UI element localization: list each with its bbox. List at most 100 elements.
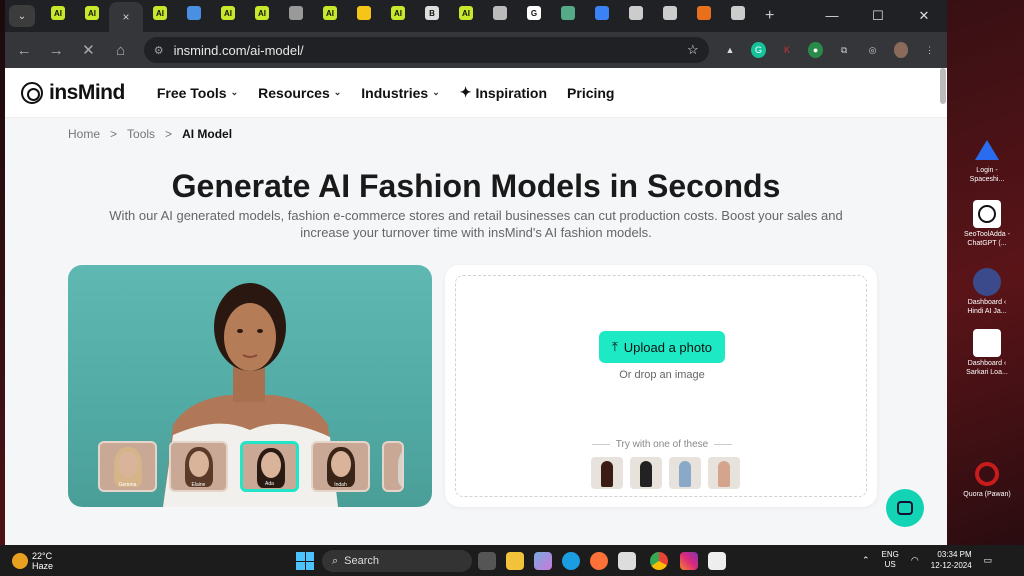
file-explorer-icon[interactable]: [506, 552, 524, 570]
sample-image-thumbnail[interactable]: [708, 457, 740, 489]
sample-image-thumbnail[interactable]: [591, 457, 623, 489]
bookmark-star-icon[interactable]: ☆: [687, 42, 699, 58]
browser-tab[interactable]: [177, 0, 211, 26]
copilot-icon[interactable]: [534, 552, 552, 570]
tab-active[interactable]: ×: [109, 2, 143, 32]
minimize-icon[interactable]: —: [809, 8, 855, 24]
extensions-puzzle-icon[interactable]: ⧉: [837, 42, 852, 58]
browser-tab[interactable]: [687, 0, 721, 26]
browser-tab[interactable]: AI: [211, 0, 245, 26]
sample-image-thumbnail[interactable]: [630, 457, 662, 489]
breadcrumb-home[interactable]: Home: [68, 127, 100, 141]
store-icon[interactable]: [618, 552, 636, 570]
edge-icon[interactable]: [562, 552, 580, 570]
start-button[interactable]: [296, 552, 314, 570]
upload-photo-button[interactable]: ⤒ Upload a photo: [599, 331, 725, 363]
browser-tab[interactable]: AI: [143, 0, 177, 26]
close-tab-icon: ×: [122, 10, 130, 24]
tab-search-button[interactable]: ⌄: [9, 5, 35, 27]
browser-tab[interactable]: AI: [75, 0, 109, 26]
drop-zone[interactable]: ⤒ Upload a photo Or drop an image Try wi…: [455, 275, 867, 497]
chat-icon: [897, 501, 913, 515]
weather-icon: [12, 552, 28, 569]
chevron-up-icon[interactable]: ⌃: [862, 555, 870, 566]
maximize-icon[interactable]: ☐: [855, 8, 901, 24]
upload-icon: ⤒: [612, 339, 618, 354]
breadcrumb-tools[interactable]: Tools: [127, 127, 155, 141]
desktop-icon-label: Quora (Pawan): [963, 491, 1011, 498]
browser-tab[interactable]: AI: [313, 0, 347, 26]
browser-tab[interactable]: [551, 0, 585, 26]
model-thumbnail[interactable]: Gemma: [98, 441, 157, 492]
menu-icon[interactable]: ⋮: [922, 42, 937, 58]
breadcrumb-separator: >: [110, 127, 118, 141]
wifi-icon[interactable]: ◠: [911, 555, 919, 566]
extension-mountain-icon[interactable]: ▲: [723, 42, 738, 58]
browser-tab[interactable]: [721, 0, 755, 26]
instagram-icon[interactable]: [680, 552, 698, 570]
weather-widget[interactable]: 22°C Haze: [12, 551, 132, 571]
desktop-icon-chatgpt[interactable]: SeoToolAdda - ChatGPT (...: [963, 200, 1011, 248]
close-icon[interactable]: ✕: [901, 8, 947, 24]
browser-tab[interactable]: AI: [245, 0, 279, 26]
tab-strip: AI AI × AI AI AI AI AI B AI G: [41, 0, 755, 32]
address-bar[interactable]: ⚙ insmind.com/ai-model/ ☆: [143, 37, 709, 63]
browser-tab[interactable]: AI: [41, 0, 75, 26]
desktop-icon-spaceship[interactable]: Login - Spaceshi...: [963, 136, 1011, 184]
desktop-icon-label: Dashboard ‹ Sarkari Loa...: [966, 360, 1008, 376]
sync-icon[interactable]: ◎: [865, 42, 880, 58]
page-scrollbar[interactable]: [940, 68, 946, 104]
firefox-icon[interactable]: [590, 552, 608, 570]
clock[interactable]: 03:34 PM 12-12-2024: [931, 549, 972, 571]
chevron-down-icon: ⌄: [432, 87, 440, 97]
browser-tab[interactable]: [279, 0, 313, 26]
grammarly-icon[interactable]: G: [751, 42, 766, 58]
extension-green-icon[interactable]: ●: [808, 42, 823, 58]
nav-inspiration[interactable]: ✦ Inspiration: [460, 84, 547, 101]
browser-tab[interactable]: AI: [381, 0, 415, 26]
stop-icon[interactable]: ✕: [79, 41, 97, 59]
sample-image-thumbnail[interactable]: [669, 457, 701, 489]
site-info-icon[interactable]: ⚙: [154, 44, 164, 57]
desktop-icon-label: Login - Spaceshi...: [969, 167, 1005, 183]
chevron-down-icon: ⌄: [230, 87, 239, 97]
home-icon[interactable]: ⌂: [112, 42, 130, 59]
app-icon[interactable]: [708, 552, 726, 570]
desktop-icon-sarkari[interactable]: Dashboard ‹ Sarkari Loa...: [963, 329, 1011, 377]
desktop-icon-hindi-ai[interactable]: Dashboard ‹ Hindi AI Ja...: [963, 268, 1011, 316]
forward-icon[interactable]: →: [47, 42, 65, 59]
new-tab-button[interactable]: +: [765, 7, 774, 25]
model-thumbnail[interactable]: Indah: [311, 441, 370, 492]
back-icon[interactable]: ←: [15, 42, 33, 59]
nav-pricing[interactable]: Pricing: [567, 85, 614, 101]
nav-industries[interactable]: Industries ⌄: [361, 85, 439, 101]
browser-tab[interactable]: [653, 0, 687, 26]
chat-support-button[interactable]: [886, 489, 924, 527]
desktop-icon-quora[interactable]: Quora (Pawan): [963, 460, 1011, 499]
nav-resources[interactable]: Resources ⌄: [258, 85, 341, 101]
browser-tab[interactable]: B: [415, 0, 449, 26]
tab-favicon-icon: [595, 6, 609, 20]
extension-k-icon[interactable]: K: [780, 42, 795, 58]
model-thumbnail[interactable]: Ada: [240, 441, 299, 492]
browser-tab[interactable]: G: [517, 0, 551, 26]
taskbar-search[interactable]: ⌕ Search: [322, 550, 472, 572]
browser-tab[interactable]: [585, 0, 619, 26]
model-thumbnail[interactable]: [382, 441, 404, 492]
language-indicator[interactable]: ENG US: [882, 550, 899, 570]
tab-favicon-icon: G: [527, 6, 541, 20]
nav-free-tools[interactable]: Free Tools ⌄: [157, 85, 238, 101]
task-view-icon[interactable]: [478, 552, 496, 570]
browser-tab[interactable]: [347, 0, 381, 26]
notifications-icon[interactable]: ▭: [984, 555, 993, 566]
browser-tab[interactable]: [483, 0, 517, 26]
upload-button-label: Upload a photo: [623, 339, 712, 355]
browser-tab[interactable]: AI: [449, 0, 483, 26]
browser-tab[interactable]: [619, 0, 653, 26]
site-logo[interactable]: insMind: [21, 81, 125, 105]
chrome-icon[interactable]: [650, 552, 668, 570]
tab-favicon-icon: [697, 6, 711, 20]
model-thumbnail[interactable]: Elaine: [169, 441, 228, 492]
tab-favicon-icon: AI: [153, 6, 167, 20]
profile-avatar[interactable]: [893, 42, 909, 58]
